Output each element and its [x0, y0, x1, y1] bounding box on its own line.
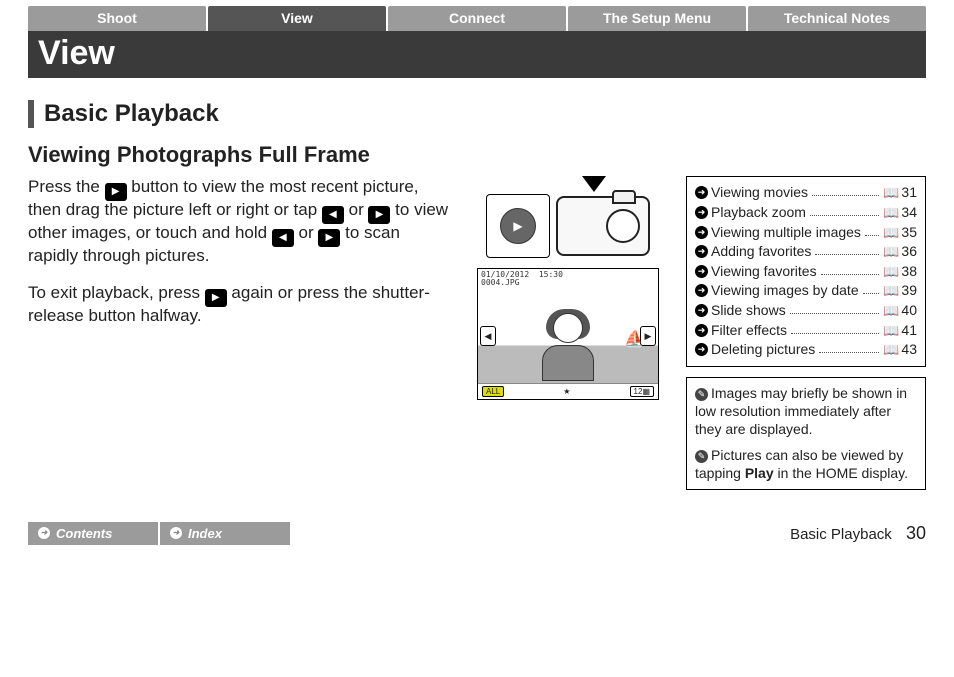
- arrow-circle-icon: ➜: [695, 206, 708, 219]
- sailboat-icon: ⛵: [624, 329, 644, 349]
- xref-item[interactable]: ➜Viewing multiple images 📖35: [695, 223, 917, 243]
- subsection-title: Viewing Photographs Full Frame: [28, 142, 926, 168]
- lcd-preview: 01/10/2012 15:30 0004.JPG ◀ ▶ ⛵ ALL ★ 12…: [477, 268, 659, 400]
- illustration: ▶ 01/10/2012 15:30 0004.JPG ◀ ▶ ⛵: [468, 176, 668, 489]
- xref-page: 40: [901, 302, 917, 318]
- star-icon: ★: [563, 387, 570, 396]
- xref-item[interactable]: ➜Playback zoom 📖34: [695, 203, 917, 223]
- book-icon: 📖: [883, 225, 899, 240]
- play-icon: ▶: [105, 183, 127, 201]
- xref-page: 41: [901, 322, 917, 338]
- arrow-circle-icon: ➜: [695, 324, 708, 337]
- play-button-illustration: ▶: [486, 194, 550, 258]
- footer-section: Basic Playback: [790, 526, 892, 543]
- book-icon: 📖: [883, 264, 899, 279]
- xref-label: Viewing multiple images: [711, 223, 861, 243]
- pencil-icon: ✎: [695, 388, 708, 401]
- xref-page: 36: [901, 243, 917, 259]
- notes-box: ✎Images may briefly be shown in low reso…: [686, 377, 926, 490]
- xref-label: Deleting pictures: [711, 340, 815, 360]
- arrow-circle-icon: ➜: [695, 284, 708, 297]
- xref-item[interactable]: ➜Slide shows 📖40: [695, 301, 917, 321]
- xref-item[interactable]: ➜Adding favorites 📖36: [695, 242, 917, 262]
- arrow-circle-icon: ➜: [695, 265, 708, 278]
- section-title: Basic Playback: [28, 100, 926, 128]
- right-arrow-icon: ▶: [368, 206, 390, 224]
- screen-all-button: ALL: [482, 386, 504, 397]
- tab-connect[interactable]: Connect: [388, 6, 566, 31]
- tab-technical[interactable]: Technical Notes: [748, 6, 926, 31]
- xref-page: 43: [901, 341, 917, 357]
- page-footer: ➜ Contents ➜ Index Basic Playback 30: [28, 522, 926, 545]
- xref-label: Viewing movies: [711, 183, 808, 203]
- tab-setup-menu[interactable]: The Setup Menu: [568, 6, 746, 31]
- arrow-circle-icon: ➜: [695, 343, 708, 356]
- footer-link-index[interactable]: ➜ Index: [160, 522, 290, 545]
- footer-link-contents[interactable]: ➜ Contents: [28, 522, 158, 545]
- tab-shoot[interactable]: Shoot: [28, 6, 206, 31]
- tab-view[interactable]: View: [208, 6, 386, 31]
- cross-reference-box: ➜Viewing movies📖31➜Playback zoom📖34➜View…: [686, 176, 926, 366]
- screen-file: 0004.JPG: [481, 278, 520, 287]
- arrow-circle-icon: ➜: [695, 226, 708, 239]
- xref-page: 34: [901, 204, 917, 220]
- book-icon: 📖: [883, 283, 899, 298]
- xref-label: Adding favorites: [711, 242, 811, 262]
- arrow-circle-icon: ➜: [170, 527, 182, 539]
- xref-item[interactable]: ➜Deleting pictures 📖43: [695, 340, 917, 360]
- arrow-circle-icon: ➜: [695, 186, 708, 199]
- down-arrow-icon: [582, 176, 606, 192]
- screen-count: 12▦: [630, 386, 654, 397]
- arrow-circle-icon: ➜: [695, 304, 708, 317]
- chapter-title: View: [28, 31, 926, 78]
- xref-item[interactable]: ➜Filter effects 📖41: [695, 321, 917, 341]
- book-icon: 📖: [883, 205, 899, 220]
- screen-left-arrow-icon: ◀: [480, 326, 496, 346]
- body-paragraph-1: Press the ▶ button to view the most rece…: [28, 176, 450, 268]
- xref-label: Viewing favorites: [711, 262, 817, 282]
- note-2: ✎Pictures can also be viewed by tapping …: [695, 446, 917, 482]
- top-tabs: Shoot View Connect The Setup Menu Techni…: [28, 6, 926, 31]
- camera-icon: [556, 196, 650, 256]
- book-icon: 📖: [883, 303, 899, 318]
- right-arrow-icon: ▶: [318, 229, 340, 247]
- xref-label: Filter effects: [711, 321, 787, 341]
- book-icon: 📖: [883, 244, 899, 259]
- note-1: ✎Images may briefly be shown in low reso…: [695, 384, 917, 439]
- xref-page: 39: [901, 282, 917, 298]
- left-arrow-icon: ◀: [272, 229, 294, 247]
- page-number: 30: [906, 523, 926, 543]
- play-icon: ▶: [205, 289, 227, 307]
- xref-page: 38: [901, 263, 917, 279]
- xref-label: Viewing images by date: [711, 281, 859, 301]
- body-paragraph-2: To exit playback, press ▶ again or press…: [28, 282, 450, 328]
- xref-page: 31: [901, 184, 917, 200]
- book-icon: 📖: [883, 342, 899, 357]
- pencil-icon: ✎: [695, 450, 708, 463]
- xref-label: Slide shows: [711, 301, 786, 321]
- book-icon: 📖: [883, 185, 899, 200]
- arrow-circle-icon: ➜: [38, 527, 50, 539]
- xref-label: Playback zoom: [711, 203, 806, 223]
- screen-time: 15:30: [539, 270, 563, 279]
- xref-item[interactable]: ➜Viewing images by date 📖39: [695, 281, 917, 301]
- xref-item[interactable]: ➜Viewing favorites 📖38: [695, 262, 917, 282]
- book-icon: 📖: [883, 323, 899, 338]
- arrow-circle-icon: ➜: [695, 245, 708, 258]
- left-arrow-icon: ◀: [322, 206, 344, 224]
- xref-item[interactable]: ➜Viewing movies 📖31: [695, 183, 917, 203]
- person-icon: [533, 313, 603, 383]
- xref-page: 35: [901, 224, 917, 240]
